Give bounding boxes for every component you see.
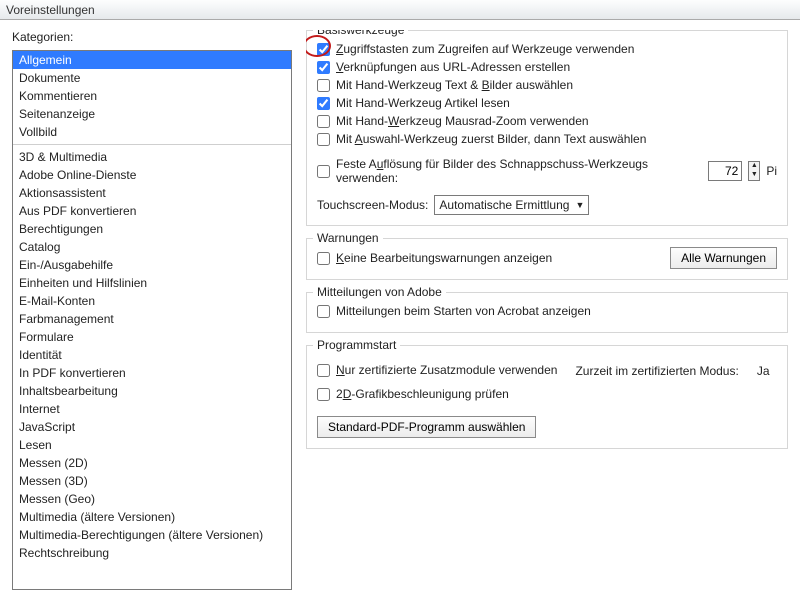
window-body: Kategorien: AllgemeinDokumenteKommentier… (0, 20, 800, 600)
category-item[interactable]: Internet (13, 400, 291, 418)
spinner-down-icon[interactable]: ▼ (749, 171, 759, 180)
category-item[interactable]: Rechtschreibung (13, 544, 291, 562)
group-basiswerkzeuge: Basiswerkzeuge Zugriffstasten zum Zugrei… (306, 30, 788, 226)
category-item[interactable]: Adobe Online-Dienste (13, 166, 291, 184)
touchscreen-row: Touchscreen-Modus: Automatische Ermittlu… (317, 195, 777, 215)
standard-pdf-button[interactable]: Standard-PDF-Programm auswählen (317, 416, 536, 438)
window-title: Voreinstellungen (0, 0, 800, 20)
category-item[interactable]: Messen (3D) (13, 472, 291, 490)
category-item[interactable]: Allgemein (13, 51, 291, 69)
chevron-down-icon: ▼ (575, 200, 584, 210)
legend-programmstart: Programmstart (313, 338, 400, 352)
checkbox-label: Mit Hand-Werkzeug Artikel lesen (336, 96, 510, 111)
checkbox-label: Feste Auflösung für Bilder des Schnappsc… (336, 157, 702, 185)
legend-basiswerkzeuge: Basiswerkzeuge (313, 30, 408, 37)
category-item[interactable]: Multimedia-Berechtigungen (ältere Versio… (13, 526, 291, 544)
category-item[interactable]: Farbmanagement (13, 310, 291, 328)
category-item[interactable]: Einheiten und Hilfslinien (13, 274, 291, 292)
categories-listbox[interactable]: AllgemeinDokumenteKommentierenSeitenanze… (12, 50, 292, 590)
alle-warnungen-button[interactable]: Alle Warnungen (670, 247, 777, 269)
category-item[interactable]: Identität (13, 346, 291, 364)
opt-zugriffstasten[interactable]: Zugriffstasten zum Zugreifen auf Werkzeu… (317, 42, 777, 57)
opt-2d-beschleunigung[interactable]: 2D-Grafikbeschleunigung prüfen (317, 387, 777, 402)
resolution-unit: Pi (766, 164, 777, 178)
checkbox-label: Mit Hand-Werkzeug Text & Bilder auswähle… (336, 78, 573, 93)
legend-warnungen: Warnungen (313, 231, 383, 245)
checkbox[interactable] (317, 97, 330, 110)
checkbox-label: Verknüpfungen aus URL-Adressen erstellen (336, 60, 570, 75)
opt-zertifizierte-module[interactable]: Nur zertifizierte Zusatzmodule verwenden (317, 363, 557, 378)
checkbox[interactable] (317, 252, 330, 265)
checkbox-label: Keine Bearbeitungswarnungen anzeigen (336, 251, 552, 266)
checkbox[interactable] (317, 388, 330, 401)
checkbox[interactable] (317, 79, 330, 92)
category-item[interactable]: Lesen (13, 436, 291, 454)
category-item[interactable]: Ein-/Ausgabehilfe (13, 256, 291, 274)
checkbox[interactable] (317, 61, 330, 74)
checkbox[interactable] (317, 43, 330, 56)
category-item[interactable]: Aus PDF konvertieren (13, 202, 291, 220)
checkbox-label: Mit Auswahl-Werkzeug zuerst Bilder, dann… (336, 132, 646, 147)
category-item[interactable]: E-Mail-Konten (13, 292, 291, 310)
touchscreen-combo[interactable]: Automatische Ermittlung ▼ (434, 195, 589, 215)
opt-hand-artikel[interactable]: Mit Hand-Werkzeug Artikel lesen (317, 96, 777, 111)
category-item[interactable]: In PDF konvertieren (13, 364, 291, 382)
settings-panel: Basiswerkzeuge Zugriffstasten zum Zugrei… (306, 30, 788, 600)
resolution-input[interactable] (708, 161, 742, 181)
checkbox[interactable] (317, 364, 330, 377)
category-item[interactable]: 3D & Multimedia (13, 148, 291, 166)
legend-mitteilungen: Mitteilungen von Adobe (313, 285, 446, 299)
checkbox-label: 2D-Grafikbeschleunigung prüfen (336, 387, 509, 402)
spinner-up-icon[interactable]: ▲ (749, 162, 759, 171)
opt-hand-mausrad[interactable]: Mit Hand-Werkzeug Mausrad-Zoom verwenden (317, 114, 777, 129)
categories-label: Kategorien: (12, 30, 292, 44)
checkbox-label: Mit Hand-Werkzeug Mausrad-Zoom verwenden (336, 114, 589, 129)
combo-value: Automatische Ermittlung (439, 198, 569, 212)
resolution-spinner[interactable]: ▲▼ (748, 161, 760, 181)
opt-verknuepfungen[interactable]: Verknüpfungen aus URL-Adressen erstellen (317, 60, 777, 75)
checkbox[interactable] (317, 165, 330, 178)
category-item[interactable]: Berechtigungen (13, 220, 291, 238)
group-programmstart: Programmstart Nur zertifizierte Zusatzmo… (306, 345, 788, 449)
category-item[interactable]: Seitenanzeige (13, 105, 291, 123)
checkbox[interactable] (317, 133, 330, 146)
category-item[interactable]: Formulare (13, 328, 291, 346)
opt-mitteilungen-start[interactable]: Mitteilungen beim Starten von Acrobat an… (317, 304, 777, 319)
category-item[interactable]: Catalog (13, 238, 291, 256)
categories-panel: Kategorien: AllgemeinDokumenteKommentier… (12, 30, 292, 600)
checkbox[interactable] (317, 115, 330, 128)
list-separator (13, 144, 291, 145)
category-item[interactable]: Messen (Geo) (13, 490, 291, 508)
zert-status-label: Zurzeit im zertifizierten Modus: (575, 364, 738, 378)
opt-auswahl-bilder-text[interactable]: Mit Auswahl-Werkzeug zuerst Bilder, dann… (317, 132, 777, 147)
category-item[interactable]: Messen (2D) (13, 454, 291, 472)
opt-keine-warnungen[interactable]: Keine Bearbeitungswarnungen anzeigen (317, 251, 552, 266)
zert-status-value: Ja (757, 364, 770, 378)
opt-feste-aufloesung-row: Feste Auflösung für Bilder des Schnappsc… (317, 157, 777, 185)
checkbox-label: Nur zertifizierte Zusatzmodule verwenden (336, 363, 557, 378)
opt-hand-text-bilder[interactable]: Mit Hand-Werkzeug Text & Bilder auswähle… (317, 78, 777, 93)
category-item[interactable]: Inhaltsbearbeitung (13, 382, 291, 400)
checkbox[interactable] (317, 305, 330, 318)
category-item[interactable]: Multimedia (ältere Versionen) (13, 508, 291, 526)
group-mitteilungen: Mitteilungen von Adobe Mitteilungen beim… (306, 292, 788, 333)
category-item[interactable]: Vollbild (13, 123, 291, 141)
category-item[interactable]: Aktionsassistent (13, 184, 291, 202)
checkbox-label: Mitteilungen beim Starten von Acrobat an… (336, 304, 591, 319)
category-item[interactable]: Dokumente (13, 69, 291, 87)
group-warnungen: Warnungen Keine Bearbeitungswarnungen an… (306, 238, 788, 280)
touchscreen-label: Touchscreen-Modus: (317, 198, 428, 212)
category-item[interactable]: Kommentieren (13, 87, 291, 105)
checkbox-label: Zugriffstasten zum Zugreifen auf Werkzeu… (336, 42, 634, 57)
category-item[interactable]: JavaScript (13, 418, 291, 436)
